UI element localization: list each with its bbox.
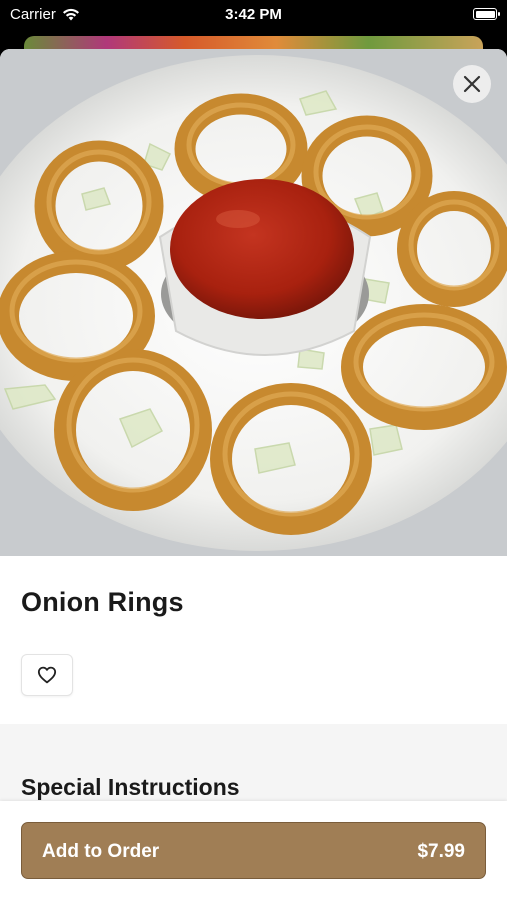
special-instructions-heading: Special Instructions: [21, 774, 240, 800]
onion-rings-photo: [0, 49, 507, 556]
status-bar: Carrier 3:42 PM: [0, 0, 507, 30]
add-to-order-label: Add to Order: [42, 841, 160, 862]
item-detail-sheet: Onion Rings Special Instructions Add to …: [0, 49, 507, 900]
item-title: Onion Rings: [21, 587, 184, 617]
heart-icon: [37, 666, 57, 684]
favorite-button[interactable]: [21, 654, 73, 696]
status-time: 3:42 PM: [225, 6, 282, 23]
close-icon: [463, 75, 481, 93]
order-price: $7.99: [417, 841, 465, 862]
item-photo: [0, 49, 507, 556]
close-button[interactable]: [453, 65, 491, 103]
add-to-order-button[interactable]: Add to Order $7.99: [21, 822, 486, 879]
bottom-action-bar: Add to Order $7.99: [0, 801, 507, 900]
battery-icon: [473, 8, 500, 20]
